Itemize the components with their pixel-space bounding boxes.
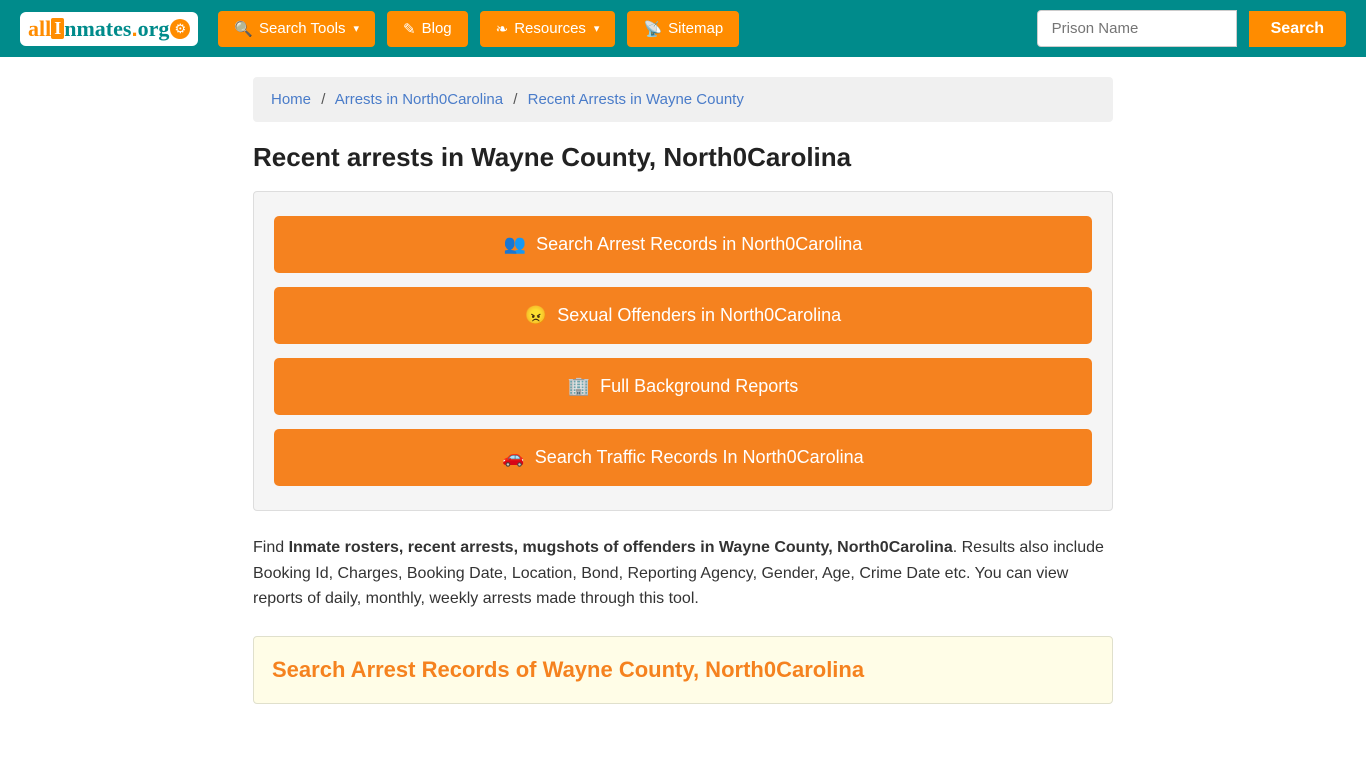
resources-button[interactable]: ❧ Resources ▾ xyxy=(480,11,616,47)
building-icon: 🏢 xyxy=(568,376,590,397)
bottom-search-box: Search Arrest Records of Wayne County, N… xyxy=(253,636,1113,704)
blog-icon: ✎ xyxy=(403,20,416,38)
logo-nmates-text: nmates xyxy=(64,16,131,42)
full-background-label: Full Background Reports xyxy=(600,376,798,397)
search-tools-icon: 🔍 xyxy=(234,20,253,38)
search-tools-button[interactable]: 🔍 Search Tools ▾ xyxy=(218,11,375,47)
people-icon: 👥 xyxy=(504,234,526,255)
breadcrumb-current: Recent Arrests in Wayne County xyxy=(528,91,744,108)
chevron-down-icon: ▾ xyxy=(354,22,360,35)
description-bold: Inmate rosters, recent arrests, mugshots… xyxy=(289,539,953,556)
chevron-down-icon-resources: ▾ xyxy=(594,22,600,35)
breadcrumb-arrests[interactable]: Arrests in North0Carolina xyxy=(335,91,503,108)
car-icon: 🚗 xyxy=(502,447,524,468)
sitemap-label: Sitemap xyxy=(668,20,723,37)
bottom-search-title: Search Arrest Records of Wayne County, N… xyxy=(272,657,1094,683)
site-logo[interactable]: allInmates.org⚙ xyxy=(20,12,198,46)
resources-icon: ❧ xyxy=(496,20,509,38)
sitemap-icon: 📡 xyxy=(643,20,662,38)
page-title: Recent arrests in Wayne County, North0Ca… xyxy=(253,142,1113,173)
breadcrumb-separator-1: / xyxy=(321,91,325,108)
search-arrest-records-button[interactable]: 👥 Search Arrest Records in North0Carolin… xyxy=(274,216,1092,273)
search-traffic-records-button[interactable]: 🚗 Search Traffic Records In North0Caroli… xyxy=(274,429,1092,486)
blog-label: Blog xyxy=(422,20,452,37)
prison-name-input[interactable] xyxy=(1037,10,1237,47)
description-prefix: Find xyxy=(253,539,289,556)
blog-button[interactable]: ✎ Blog xyxy=(387,11,468,47)
prison-search-label: Search xyxy=(1271,20,1324,37)
logo-i-box: I xyxy=(51,18,64,39)
offender-icon: 😠 xyxy=(525,305,547,326)
logo-all-text: all xyxy=(28,16,51,42)
sexual-offenders-label: Sexual Offenders in North0Carolina xyxy=(557,305,841,326)
sitemap-button[interactable]: 📡 Sitemap xyxy=(627,11,739,47)
search-arrest-label: Search Arrest Records in North0Carolina xyxy=(536,234,862,255)
search-traffic-label: Search Traffic Records In North0Carolina xyxy=(535,447,864,468)
prison-search-button[interactable]: Search xyxy=(1249,11,1346,47)
resources-label: Resources xyxy=(514,20,586,37)
gear-icon: ⚙ xyxy=(170,19,190,39)
action-buttons-box: 👥 Search Arrest Records in North0Carolin… xyxy=(253,191,1113,511)
breadcrumb-separator-2: / xyxy=(513,91,517,108)
sexual-offenders-button[interactable]: 😠 Sexual Offenders in North0Carolina xyxy=(274,287,1092,344)
breadcrumb-home[interactable]: Home xyxy=(271,91,311,108)
search-tools-label: Search Tools xyxy=(259,20,345,37)
main-content: Home / Arrests in North0Carolina / Recen… xyxy=(233,57,1133,724)
description-paragraph: Find Inmate rosters, recent arrests, mug… xyxy=(253,535,1113,612)
breadcrumb: Home / Arrests in North0Carolina / Recen… xyxy=(253,77,1113,122)
full-background-reports-button[interactable]: 🏢 Full Background Reports xyxy=(274,358,1092,415)
site-header: allInmates.org⚙ 🔍 Search Tools ▾ ✎ Blog … xyxy=(0,0,1366,57)
logo-org-text: org xyxy=(138,16,170,42)
